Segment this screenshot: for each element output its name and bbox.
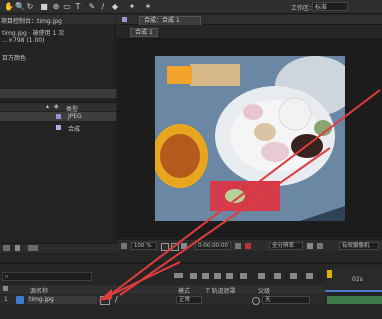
roto-brush-tool-icon[interactable]: ✦ bbox=[128, 2, 136, 11]
eraser-tool-icon[interactable]: ◆ bbox=[111, 2, 119, 11]
trash-icon[interactable] bbox=[15, 245, 20, 251]
project-panel-header: 项目控制台：timg.jpg bbox=[0, 15, 116, 25]
item-type: 合成 bbox=[68, 126, 81, 133]
project-panel bbox=[0, 15, 116, 255]
mask-tool-icon[interactable]: ▭ bbox=[63, 2, 71, 11]
interpret-footage-icon[interactable] bbox=[3, 245, 10, 251]
project-footer bbox=[0, 243, 116, 253]
camera-icon[interactable] bbox=[235, 243, 241, 249]
ruler-label: 02s bbox=[352, 276, 363, 283]
magnification-select[interactable]: 100 % bbox=[131, 242, 157, 250]
sort-arrow-icon[interactable]: ▴ bbox=[46, 103, 49, 110]
zoom-tool-icon[interactable]: 🔍 bbox=[15, 2, 25, 11]
parent-column-header: 父级 bbox=[258, 288, 271, 295]
brainstorm-icon[interactable] bbox=[258, 273, 265, 279]
composition-icon bbox=[122, 17, 127, 22]
timeline-switches-toolbar bbox=[170, 271, 320, 281]
show-channel-icon[interactable] bbox=[245, 243, 251, 249]
comp-mini-flowchart-icon[interactable] bbox=[174, 273, 183, 278]
layer-duration-bar[interactable] bbox=[327, 296, 382, 304]
bit-depth-icon[interactable] bbox=[28, 245, 38, 251]
layer-index: 1 bbox=[4, 296, 8, 303]
tag-icon[interactable]: ◈ bbox=[54, 103, 59, 110]
frame-blending-icon[interactable] bbox=[214, 273, 221, 279]
source-name-column-header: 源名称 bbox=[30, 288, 49, 295]
label-color-swatch bbox=[56, 114, 61, 119]
pen-icon[interactable]: / bbox=[115, 296, 125, 304]
layer-name[interactable]: timg.jpg bbox=[27, 296, 97, 304]
view-select[interactable]: 有效摄像机 bbox=[339, 242, 379, 250]
food-photo bbox=[155, 56, 345, 221]
grid-icon[interactable] bbox=[171, 243, 179, 251]
parent-select[interactable]: 无 bbox=[262, 296, 310, 304]
file-list-header: ▴ ◈ 类型 bbox=[0, 102, 116, 113]
work-area-bar[interactable] bbox=[325, 290, 382, 292]
project-search-field[interactable] bbox=[0, 89, 116, 98]
brush-tool-icon[interactable]: / bbox=[99, 2, 107, 11]
time-ruler[interactable]: 02s bbox=[325, 268, 382, 292]
mode-column-header: 模式 bbox=[178, 288, 191, 295]
rotate-tool-icon[interactable]: ↻ bbox=[26, 2, 34, 11]
file-dimensions: …×798 (1.00) bbox=[2, 37, 45, 44]
motion-blur-icon[interactable] bbox=[226, 273, 233, 279]
label-color-swatch bbox=[56, 125, 61, 130]
track-matte-column-header: T 轨道遮罩 bbox=[206, 288, 236, 295]
composition-image bbox=[155, 56, 345, 221]
graph-editor-icon[interactable] bbox=[240, 273, 247, 279]
keyframe-nav-icon[interactable] bbox=[290, 273, 297, 279]
layer-column-header bbox=[0, 285, 325, 294]
file-color-info: 百万颜色 bbox=[2, 55, 27, 62]
list-item[interactable]: 合成 bbox=[0, 123, 116, 133]
puppet-tool-icon[interactable]: ✶ bbox=[144, 2, 152, 11]
workspace-select[interactable]: 标准 bbox=[312, 2, 348, 11]
list-item[interactable]: JPEG bbox=[0, 112, 116, 121]
text-tool-icon[interactable]: T bbox=[74, 2, 82, 11]
snapshot-icon[interactable] bbox=[181, 243, 187, 249]
timeline-search-input[interactable]: ⌕ bbox=[2, 272, 92, 281]
region-of-interest-icon[interactable] bbox=[307, 243, 313, 249]
viewer-footer: 100 % 0:00:00:00 全分辨率 有效摄像机 bbox=[117, 239, 382, 251]
transparency-grid-icon[interactable] bbox=[317, 243, 323, 249]
pen-tool-icon[interactable]: ✎ bbox=[88, 2, 96, 11]
current-time-field[interactable]: 0:00:00:00 bbox=[195, 242, 231, 250]
item-type: JPEG bbox=[68, 113, 82, 120]
search-icon: ⌕ bbox=[5, 273, 9, 280]
camera-tool-icon[interactable]: ■ bbox=[40, 2, 48, 11]
hide-shy-layers-icon[interactable] bbox=[202, 273, 209, 279]
hand-tool-icon[interactable]: ✋ bbox=[4, 2, 14, 11]
current-time-indicator-icon[interactable] bbox=[327, 270, 332, 278]
safe-margins-icon[interactable] bbox=[161, 243, 169, 251]
project-panel-title: 项目控制台：timg.jpg bbox=[1, 18, 62, 25]
image-layer-icon bbox=[16, 296, 24, 304]
live-update-icon[interactable] bbox=[274, 273, 281, 279]
graph-options-icon[interactable] bbox=[306, 273, 313, 279]
composition-breadcrumb[interactable]: 合成 1 bbox=[130, 28, 158, 37]
viewer-tab-bar: 合成：合成 1 bbox=[117, 15, 382, 25]
tool-bar: ✋ 🔍 ↻ ■ ⊕ ▭ T ✎ / ◆ ✦ ✶ 工作区： 标准 bbox=[0, 0, 382, 14]
visibility-toggle-icon[interactable] bbox=[3, 286, 8, 291]
pan-behind-tool-icon[interactable]: ⊕ bbox=[52, 2, 60, 11]
draft-3d-icon[interactable] bbox=[190, 273, 197, 279]
always-preview-icon[interactable] bbox=[121, 243, 127, 249]
blend-mode-select[interactable]: 正常 bbox=[176, 296, 202, 304]
resolution-select[interactable]: 全分辨率 bbox=[269, 242, 303, 250]
tab-composition[interactable]: 合成：合成 1 bbox=[139, 16, 201, 25]
switches-icon[interactable] bbox=[100, 296, 110, 305]
file-name: timg.jpg · 被使用 1 次 bbox=[2, 30, 65, 37]
pick-whip-icon[interactable] bbox=[252, 297, 260, 305]
